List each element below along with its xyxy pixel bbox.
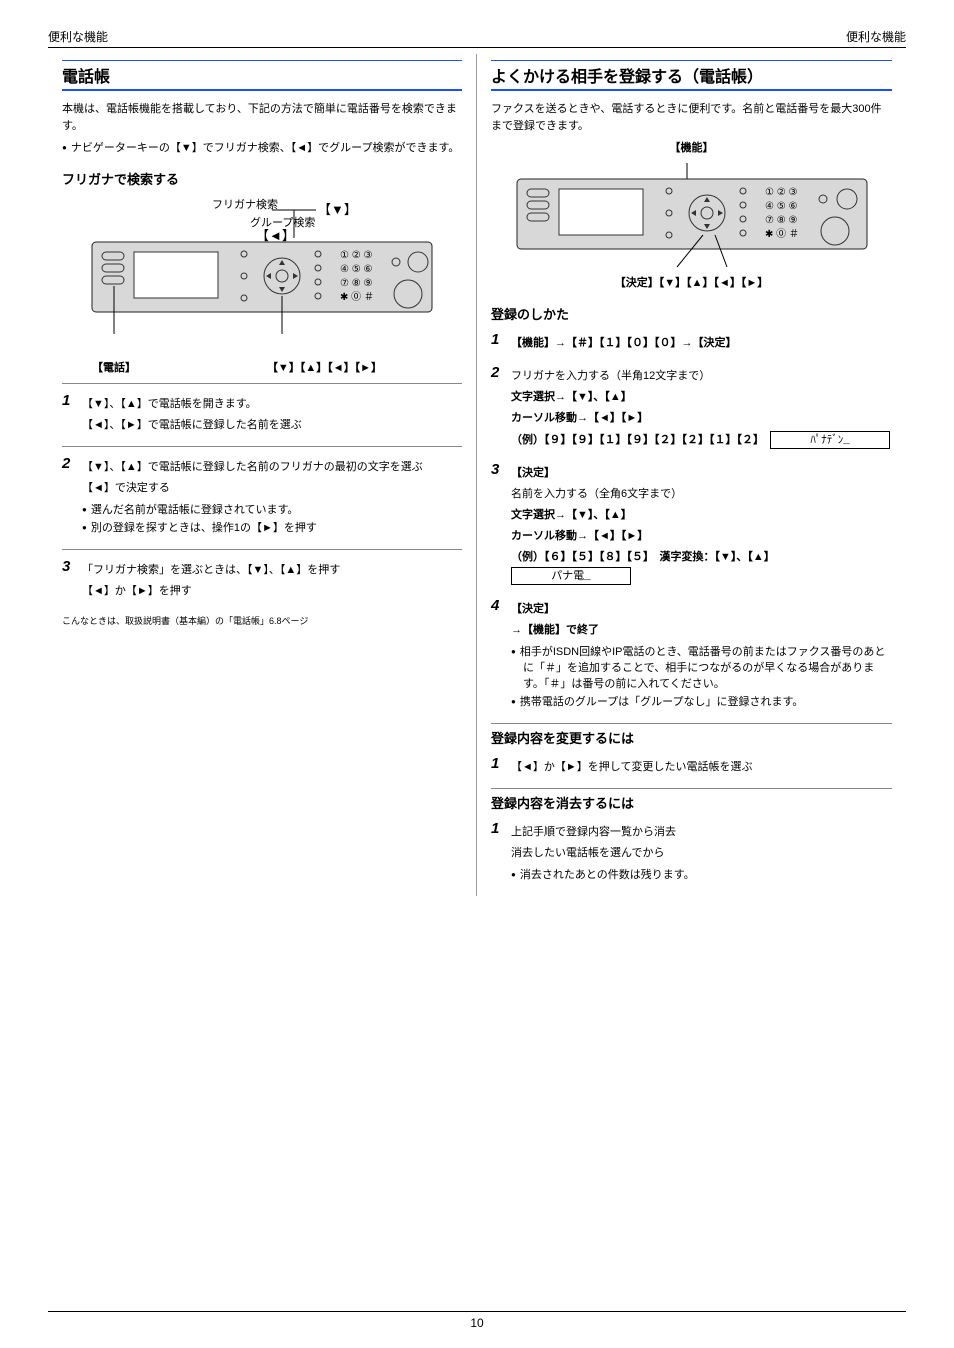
panel-label-nav-right: 【決定】【▼】【▲】【◄】【►】	[491, 274, 892, 290]
panel-label-nav-left: 【▼】【▲】【◄】【►】	[267, 359, 382, 375]
right-step3-l3: （例）【６】【５】【８】【５】 漢字変換：【▼】、【▲】 パナ電_	[511, 549, 892, 584]
right-step4-l0: 【決定】	[511, 601, 892, 618]
right-sub-delete: 登録内容を消去するには	[491, 793, 892, 812]
right-intro: ファクスを送るときや、電話するときに便利です。名前と電話番号を最大300件まで登…	[491, 101, 892, 135]
svg-text:① ② ③: ① ② ③	[765, 187, 797, 198]
svg-text:① ② ③: ① ② ③	[340, 250, 372, 261]
right-step2-l3: （例）【９】【９】【１】【９】【２】【２】【１】【２】 ﾊﾟﾅﾃﾞﾝ_	[511, 431, 892, 449]
r-step-change-1: 1	[491, 755, 511, 780]
section-bar-right: よくかける相手を登録する（電話帳）	[491, 60, 892, 91]
sep	[62, 549, 462, 550]
right-step3-l3-keys: （例）【６】【５】【８】【５】 漢字変換：【▼】、【▲】	[511, 551, 775, 563]
section-bar-left: 電話帳	[62, 60, 462, 91]
r-step-num-1: 1	[491, 331, 511, 356]
step-num-3: 3	[62, 558, 82, 604]
left-intro-bullet: ナビゲーターキーの【▼】でフリガナ検索、【◄】でグループ検索ができます。	[62, 139, 462, 155]
right-step2-l2b: カーソル移動→【◄】【►】	[511, 410, 892, 427]
right-del-l2: 消去したい電話帳を選んでから	[511, 845, 892, 862]
right-step3-l2a: 文字選択→【▼】、【▲】	[511, 507, 892, 524]
sep	[62, 446, 462, 447]
sep	[491, 723, 892, 724]
r-step-num-4: 4	[491, 597, 511, 715]
svg-text:【◄】: 【◄】	[256, 228, 295, 243]
device-panel-left: フリガナ検索 【▼】 グループ検索 【◄】	[62, 196, 462, 375]
r-step-num-2: 2	[491, 364, 511, 453]
right-step1-prog: 【機能】→【＃】【１】【０】【０】→【決定】	[511, 335, 892, 352]
header-tab-left: 便利な機能	[48, 28, 108, 45]
footer-rule	[48, 1311, 906, 1312]
svg-text:④ ⑤ ⑥: ④ ⑤ ⑥	[765, 201, 797, 212]
svg-text:⑦ ⑧ ⑨: ⑦ ⑧ ⑨	[340, 278, 372, 289]
left-refnote: こんなときは、取扱説明書（基本編）の「電話帳」6.8ページ	[62, 614, 462, 627]
right-step4-b2: 携帯電話のグループは「グループなし」に登録されます。	[511, 693, 892, 709]
right-sub-change: 登録内容を変更するには	[491, 728, 892, 747]
r-step-del-1: 1	[491, 820, 511, 888]
left-step2-b2: 別の登録を探すときは、操作1の【►】を押す	[82, 519, 462, 535]
panel-label-tel: 【電話】	[92, 359, 136, 375]
lcd-2: パナ電_	[511, 567, 631, 585]
left-step2-l1: 【▼】、【▲】で電話帳に登録した名前のフリガナの最初の文字を選ぶ	[82, 459, 462, 476]
right-step3-l2b: カーソル移動→【◄】【►】	[511, 528, 892, 545]
right-del-b1: 消去されたあとの件数は残ります。	[511, 866, 892, 882]
svg-text:④ ⑤ ⑥: ④ ⑤ ⑥	[340, 264, 372, 275]
step-num-1: 1	[62, 392, 82, 438]
lcd-1: ﾊﾟﾅﾃﾞﾝ_	[770, 431, 890, 449]
header-rule	[48, 47, 906, 48]
left-step2-b1: 選んだ名前が電話帳に登録されています。	[82, 501, 462, 517]
svg-text:✱ ⓪ ＃: ✱ ⓪ ＃	[340, 291, 374, 303]
left-step1-l1: 【▼】、【▲】で電話帳を開きます。	[82, 396, 462, 413]
panel-label-kinou: 【機能】	[491, 139, 892, 155]
right-step3-l0: 【決定】	[511, 465, 892, 482]
sep	[491, 788, 892, 789]
header-tab-right: 便利な機能	[846, 30, 906, 44]
r-step-num-3: 3	[491, 461, 511, 588]
svg-text:⑦ ⑧ ⑨: ⑦ ⑧ ⑨	[765, 215, 797, 226]
page-number: 10	[48, 1316, 906, 1330]
right-step3-l1: 名前を入力する（全角6文字まで）	[511, 486, 892, 503]
left-step3-l1: 「フリガナ検索」を選ぶときは、【▼】、【▲】を押す	[82, 562, 462, 579]
section-title-right: よくかける相手を登録する（電話帳）	[491, 63, 892, 87]
left-intro: 本機は、電話帳機能を搭載しており、下記の方法で簡単に電話番号を検索できます。	[62, 101, 462, 135]
svg-text:✱ ⓪ ＃: ✱ ⓪ ＃	[765, 228, 799, 240]
device-panel-right: ① ② ③ ④ ⑤ ⑥ ⑦ ⑧ ⑨ ✱ ⓪ ＃ 【決定】【▼】【▲】【◄】【►】	[491, 163, 892, 290]
right-sub-prog: 登録のしかた	[491, 304, 892, 323]
right-del-l1: 上記手順で登録内容一覧から消去	[511, 824, 892, 841]
right-step4-b1: 相手がISDN回線やIP電話のとき、電話番号の前またはファクス番号のあとに「＃」…	[511, 643, 892, 691]
right-step2-l2a: 文字選択→【▼】、【▲】	[511, 389, 892, 406]
left-step1-l2: 【◄】、【►】で電話帳に登録した名前を選ぶ	[82, 417, 462, 434]
svg-text:【▼】: 【▼】	[318, 202, 357, 217]
svg-text:グループ検索: グループ検索	[250, 215, 315, 229]
right-step4-l1: →【機能】で終了	[511, 622, 892, 639]
sep	[62, 383, 462, 384]
left-step3-l2: 【◄】か【►】を押す	[82, 583, 462, 600]
left-step2-l2: 【◄】で決定する	[82, 480, 462, 497]
right-step2-l1: フリガナを入力する（半角12文字まで）	[511, 368, 892, 385]
step-num-2: 2	[62, 455, 82, 541]
right-change-l1: 【◄】か【►】を押して変更したい電話帳を選ぶ	[511, 759, 892, 776]
right-step2-l3-keys: （例）【９】【９】【１】【９】【２】【２】【１】【２】	[511, 434, 764, 446]
section-title-left: 電話帳	[62, 63, 462, 87]
left-sub-kana: フリガナで検索する	[62, 169, 462, 188]
svg-text:フリガナ検索: フリガナ検索	[212, 197, 278, 211]
